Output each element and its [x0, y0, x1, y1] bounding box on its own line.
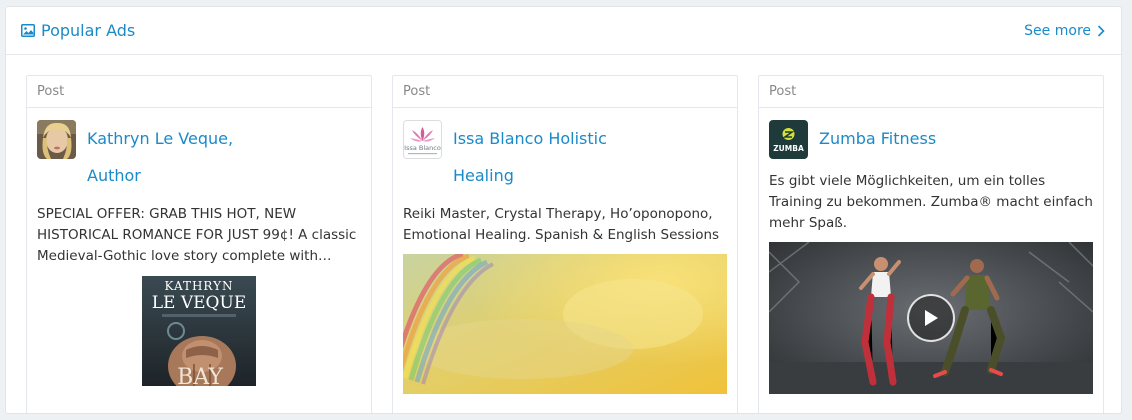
author-name[interactable]: Issa Blanco Holistic Healing [453, 120, 633, 194]
ad-card[interactable]: Post Kathryn Le Veque, Author SPECIAL OF… [26, 75, 372, 413]
author-avatar[interactable] [37, 120, 76, 159]
post-text: Es gibt viele Möglichkeiten, um ein toll… [769, 173, 1093, 231]
author-avatar[interactable]: ZUMBA [769, 120, 808, 159]
see-more-link[interactable]: See more [1024, 23, 1105, 39]
logo-text: Issa Blanco [404, 144, 441, 152]
post-text: SPECIAL OFFER: GRAB THIS HOT, NEW HISTOR… [37, 206, 357, 264]
post-media[interactable] [393, 251, 727, 398]
see-more-label: See more [1024, 22, 1091, 39]
play-button[interactable] [907, 294, 955, 342]
play-icon [925, 310, 938, 326]
post-media[interactable] [768, 241, 1094, 394]
card-author: Kathryn Le Veque, Author [37, 120, 361, 194]
book-cover-image: KATHRYN LE VEQUE BAY [142, 276, 256, 386]
author-name[interactable]: Kathryn Le Veque, Author [87, 120, 247, 194]
panel-title: Popular Ads [21, 21, 135, 40]
popular-ads-panel: Popular Ads See more Post Kathryn Le Veq… [5, 6, 1122, 414]
panel-header: Popular Ads See more [6, 7, 1121, 55]
cover-title-top: KATHRYN [164, 279, 233, 293]
ad-card[interactable]: Post ZUMBA Zumba Fitness Es gibt viele M… [758, 75, 1104, 413]
cover-subtitle: BAY [177, 365, 223, 386]
card-type-label: Post [393, 76, 737, 108]
card-author: ZUMBA Zumba Fitness [769, 120, 1093, 159]
post-text: Reiki Master, Crystal Therapy, Ho’oponop… [403, 206, 720, 243]
author-name[interactable]: Zumba Fitness [819, 120, 936, 157]
image-icon [21, 24, 35, 37]
logo-text: ZUMBA [773, 144, 804, 153]
panel-title-text: Popular Ads [41, 21, 136, 40]
author-avatar[interactable]: Issa Blanco [403, 120, 442, 159]
ad-card[interactable]: Post Issa Blanco Issa Blanco Holistic He… [392, 75, 738, 413]
rainbow-sky-image [393, 251, 727, 394]
card-author: Issa Blanco Issa Blanco Holistic Healing [403, 120, 727, 194]
ad-card-list: Post Kathryn Le Veque, Author SPECIAL OF… [26, 75, 1104, 413]
cover-title-bottom: LE VEQUE [152, 293, 246, 313]
chevron-right-icon [1097, 24, 1105, 37]
card-type-label: Post [759, 76, 1103, 108]
card-type-label: Post [27, 76, 371, 108]
post-media[interactable]: KATHRYN LE VEQUE BAY [37, 276, 361, 386]
